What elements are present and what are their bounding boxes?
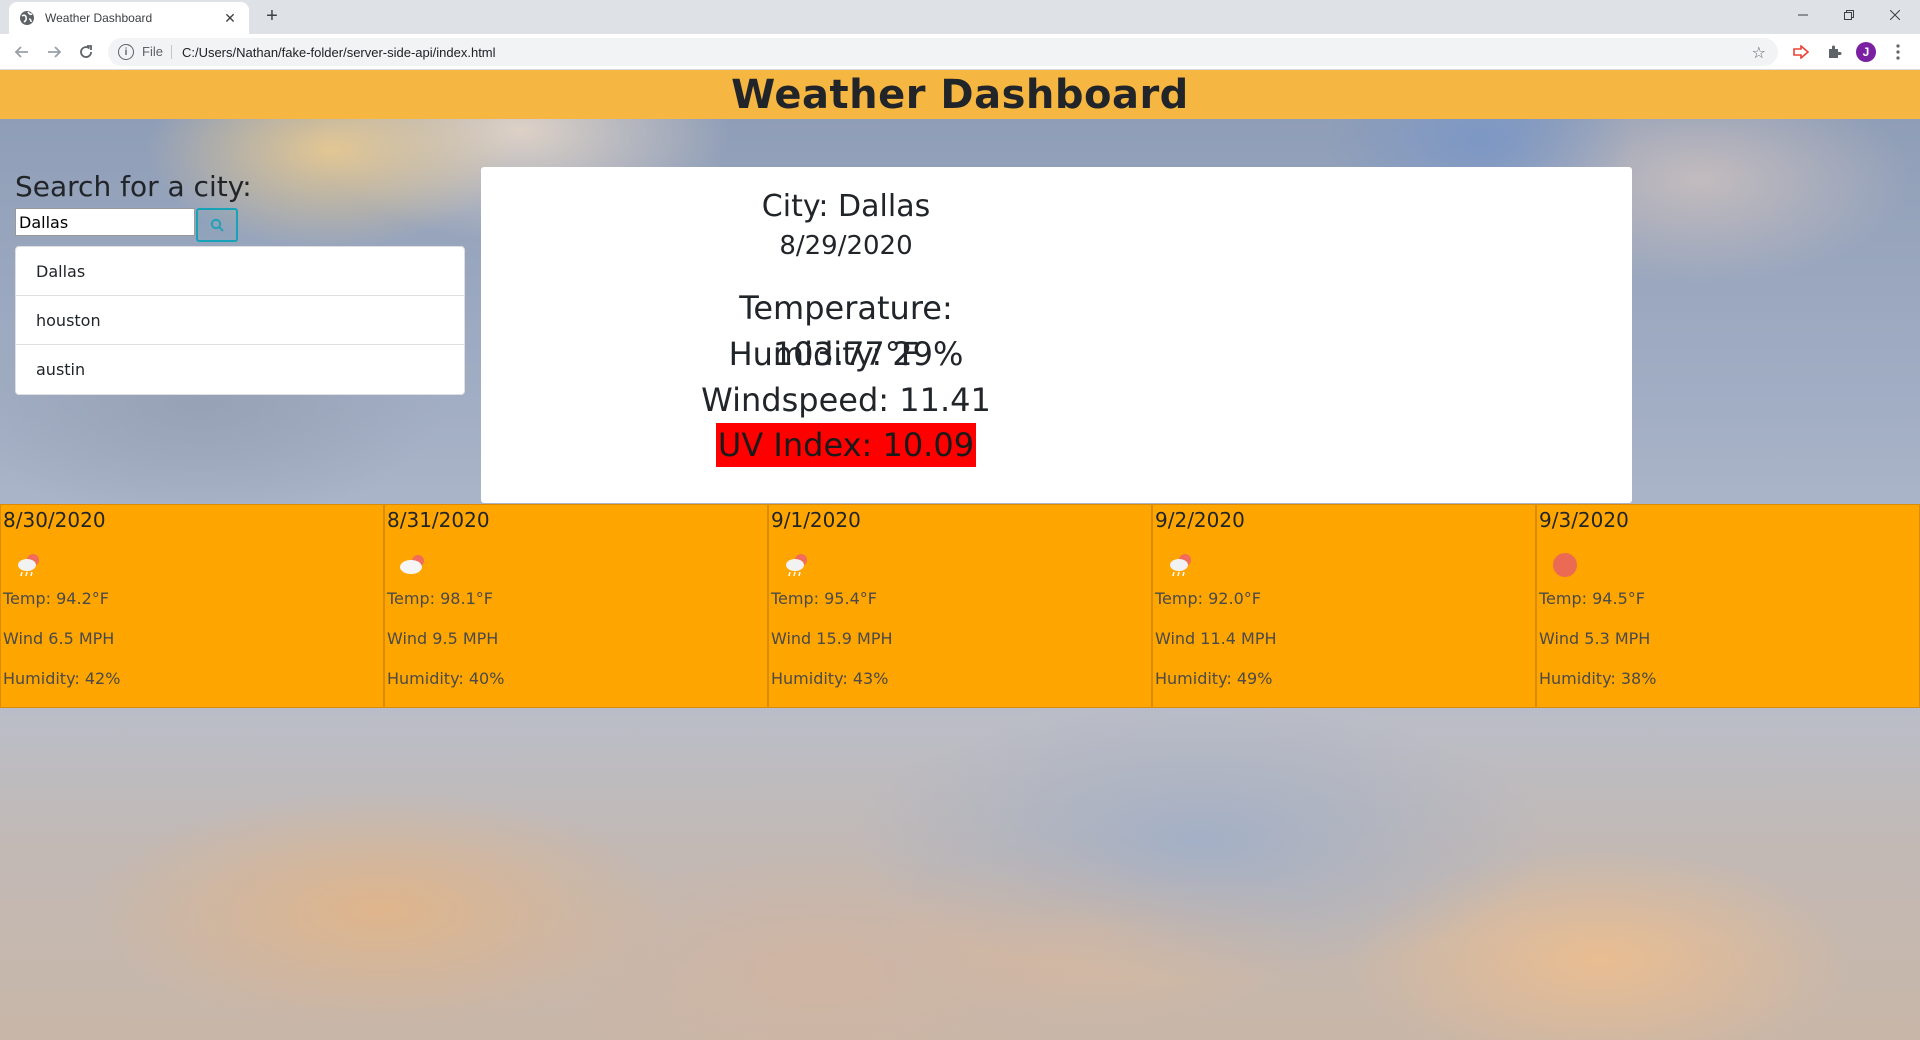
forecast-wind: Wind 5.3 MPH xyxy=(1539,629,1651,648)
close-tab-icon[interactable]: ✕ xyxy=(221,10,239,27)
info-icon[interactable]: i xyxy=(118,44,134,60)
extension-arrow-icon[interactable] xyxy=(1792,42,1812,62)
reload-icon[interactable] xyxy=(74,40,98,64)
current-weather-card: City: Dallas 8/29/2020 Temperature: 103.… xyxy=(481,167,1632,503)
rain-cloud-icon xyxy=(786,554,807,577)
forecast-wind: Wind 11.4 MPH xyxy=(1155,629,1277,648)
search-history-list: Dallas houston austin xyxy=(15,246,465,395)
page-header: Weather Dashboard xyxy=(0,70,1920,119)
current-temperature: Temperature: 103.77°F xyxy=(739,289,953,373)
menu-dots-icon[interactable] xyxy=(1888,42,1908,62)
new-tab-button[interactable]: + xyxy=(260,6,284,28)
forecast-wind: Wind 9.5 MPH xyxy=(387,629,499,648)
forecast-humidity: Humidity: 49% xyxy=(1155,669,1273,688)
current-city: City: Dallas xyxy=(761,189,931,224)
forecast-card: 9/3/2020 Temp: 94.5°F Wind 5.3 MPH Humid… xyxy=(1536,504,1920,708)
current-windspeed: Windspeed: 11.41 MPH xyxy=(701,381,991,465)
forecast-card: 9/1/2020 Temp: 95.4°F Wind 15.9 MPH Humi… xyxy=(768,504,1152,708)
uv-index-badge: UV Index: 10.09 xyxy=(715,423,977,467)
back-arrow-icon[interactable] xyxy=(10,40,34,64)
forecast-temp: Temp: 92.0°F xyxy=(1155,589,1261,608)
current-humidity: Humidity: 29% xyxy=(728,335,964,373)
forecast-humidity: Humidity: 43% xyxy=(771,669,889,688)
browser-tab[interactable]: Weather Dashboard ✕ xyxy=(9,2,249,34)
search-icon xyxy=(210,218,224,232)
browser-tabstrip: Weather Dashboard ✕ + xyxy=(0,0,1920,34)
forecast-temp: Temp: 94.2°F xyxy=(3,589,109,608)
forecast-card: 9/2/2020 Temp: 92.0°F Wind 11.4 MPH Humi… xyxy=(1152,504,1536,708)
forecast-card: 8/30/2020 Temp: 94.2°F Wind 6.5 MPH Humi… xyxy=(0,504,384,708)
history-item-dallas[interactable]: Dallas xyxy=(16,247,464,296)
tab-title: Weather Dashboard xyxy=(45,11,153,25)
profile-avatar[interactable]: J xyxy=(1856,42,1876,62)
globe-icon xyxy=(20,11,34,25)
page-title: Weather Dashboard xyxy=(731,71,1189,118)
forecast-date: 8/30/2020 xyxy=(3,508,106,532)
forecast-date: 9/1/2020 xyxy=(771,508,861,532)
forecast-temp: Temp: 95.4°F xyxy=(771,589,877,608)
bookmark-star-icon[interactable]: ☆ xyxy=(1752,43,1766,63)
forecast-date: 8/31/2020 xyxy=(387,508,490,532)
city-search-input[interactable] xyxy=(15,208,195,236)
forecast-temp: Temp: 98.1°F xyxy=(387,589,493,608)
forecast-date: 9/3/2020 xyxy=(1539,508,1629,532)
forecast-temp: Temp: 94.5°F xyxy=(1539,589,1645,608)
minimize-icon[interactable] xyxy=(1780,0,1826,30)
close-window-icon[interactable] xyxy=(1872,0,1918,30)
forecast-humidity: Humidity: 40% xyxy=(387,669,505,688)
search-button[interactable] xyxy=(196,208,238,242)
restore-icon[interactable] xyxy=(1826,0,1872,30)
current-date: 8/29/2020 xyxy=(779,231,913,261)
forecast-wind: Wind 6.5 MPH xyxy=(3,629,115,648)
sun-icon xyxy=(1553,553,1577,577)
rain-cloud-icon xyxy=(1170,554,1191,577)
forecast-date: 9/2/2020 xyxy=(1155,508,1245,532)
history-item-austin[interactable]: austin xyxy=(16,345,464,394)
history-item-houston[interactable]: houston xyxy=(16,296,464,345)
forecast-card: 8/31/2020 Temp: 98.1°F Wind 9.5 MPH Humi… xyxy=(384,504,768,708)
rain-cloud-icon xyxy=(18,554,39,577)
page-viewport: Weather Dashboard Search for a city: Dal… xyxy=(0,70,1920,1040)
forecast-row: 8/30/2020 Temp: 94.2°F Wind 6.5 MPH Humi… xyxy=(0,504,1920,708)
forecast-humidity: Humidity: 42% xyxy=(3,669,121,688)
search-label: Search for a city: xyxy=(15,170,252,203)
cloud-sun-icon xyxy=(400,555,424,574)
address-bar[interactable]: i File C:/Users/Nathan/fake-folder/serve… xyxy=(108,38,1778,66)
forecast-wind: Wind 15.9 MPH xyxy=(771,629,893,648)
url-text[interactable]: C:/Users/Nathan/fake-folder/server-side-… xyxy=(182,45,496,60)
forecast-humidity: Humidity: 38% xyxy=(1539,669,1657,688)
url-scheme: File xyxy=(142,45,172,59)
browser-toolbar: i File C:/Users/Nathan/fake-folder/serve… xyxy=(0,34,1920,70)
extensions-puzzle-icon[interactable] xyxy=(1824,42,1844,62)
forward-arrow-icon[interactable] xyxy=(42,40,66,64)
